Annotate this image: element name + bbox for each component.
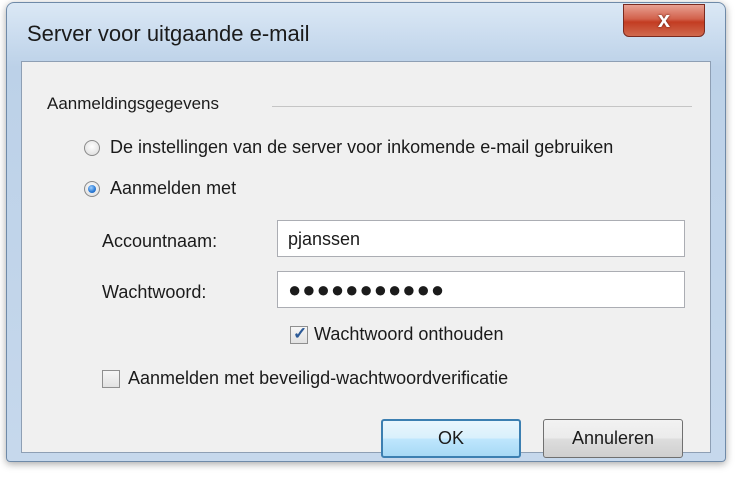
radio-selected-dot <box>88 185 96 193</box>
radio-login-with[interactable] <box>84 181 100 197</box>
remember-password-checkbox[interactable]: ✓ <box>290 324 308 344</box>
radio-use-incoming-settings[interactable] <box>84 140 100 156</box>
window-title: Server voor uitgaande e-mail <box>27 21 310 46</box>
close-icon: x <box>657 7 671 32</box>
secure-password-auth-label[interactable]: Aanmelden met beveiligd-wachtwoordverifi… <box>128 368 508 389</box>
account-name-label: Accountnaam: <box>102 231 218 251</box>
title-bar[interactable]: Server voor uitgaande e-mail x <box>7 3 725 61</box>
radio-login-with-label[interactable]: Aanmelden met <box>110 178 236 199</box>
close-button[interactable]: x <box>623 4 705 37</box>
ok-button[interactable]: OK <box>381 419 521 458</box>
group-divider <box>272 106 692 107</box>
dialog-content: Aanmeldingsgegevens De instellingen van … <box>21 61 711 458</box>
remember-password-label[interactable]: Wachtwoord onthouden <box>314 324 503 345</box>
secure-password-auth-checkbox[interactable] <box>102 370 120 388</box>
password-label: Wachtwoord: <box>102 282 207 302</box>
group-label-credentials: Aanmeldingsgegevens <box>47 94 228 114</box>
dialog-window: Server voor uitgaande e-mail x Aanmeldin… <box>6 2 726 462</box>
checkmark-icon: ✓ <box>293 324 308 343</box>
radio-use-incoming-settings-label[interactable]: De instellingen van de server voor inkom… <box>110 137 613 158</box>
account-name-input[interactable]: pjanssen <box>277 220 685 257</box>
password-input[interactable]: ●●●●●●●●●●● <box>277 271 685 308</box>
cancel-button[interactable]: Annuleren <box>543 419 683 458</box>
